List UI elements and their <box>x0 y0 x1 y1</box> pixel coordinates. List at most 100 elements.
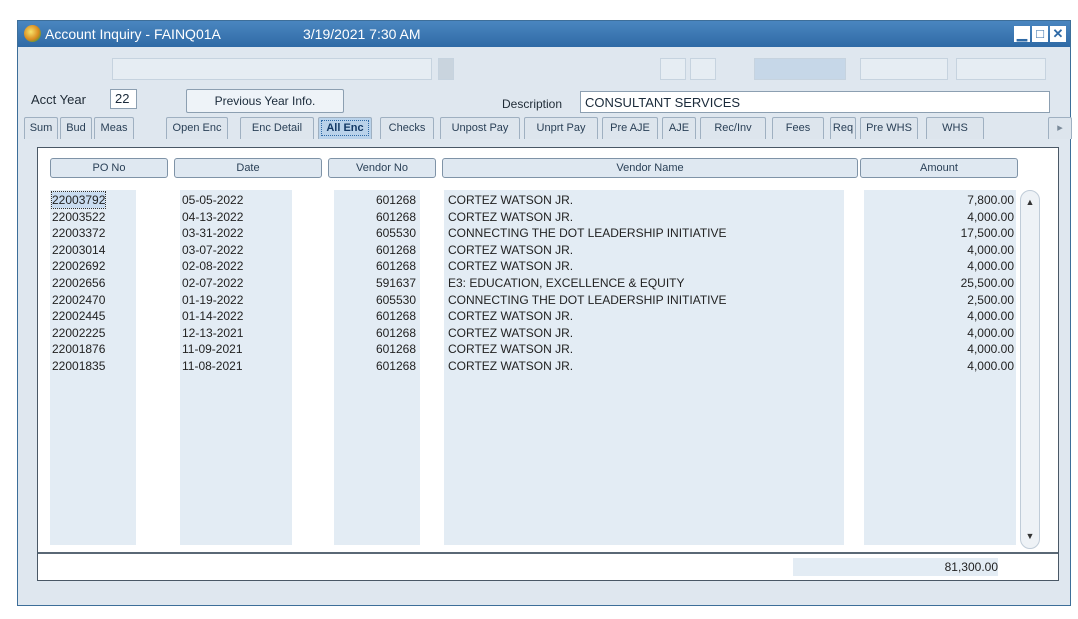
tab-aje[interactable]: AJE <box>662 117 696 139</box>
tab-pre-aje[interactable]: Pre AJE <box>602 117 658 139</box>
tab-whs[interactable]: WHS <box>926 117 984 139</box>
vendor-no-cell[interactable]: 601268 <box>334 242 416 258</box>
date-cell[interactable]: 11-08-2021 <box>182 358 282 374</box>
date-cell[interactable]: 03-07-2022 <box>182 242 282 258</box>
acct-year-field[interactable]: 22 <box>110 89 137 109</box>
date-cell[interactable]: 01-19-2022 <box>182 292 282 308</box>
vendor-no-cell[interactable]: 605530 <box>334 225 416 241</box>
header-amount[interactable]: Amount <box>860 158 1018 178</box>
toolbar-ghost-button-3[interactable] <box>754 58 846 80</box>
scroll-down-icon[interactable]: ▼ <box>1023 529 1037 543</box>
header-vendor-name[interactable]: Vendor Name <box>442 158 858 178</box>
toolbar-ghost-button-4[interactable] <box>860 58 948 80</box>
amount-cell[interactable]: 4,000.00 <box>878 325 1014 341</box>
vendor-no-cell[interactable]: 601268 <box>334 325 416 341</box>
po-no-cell[interactable]: 22003792 <box>50 191 107 209</box>
tab-unprt-pay[interactable]: Unprt Pay <box>524 117 598 139</box>
amount-cell[interactable]: 2,500.00 <box>878 292 1014 308</box>
vendor-no-cell[interactable]: 601268 <box>334 308 416 324</box>
vendor-no-cell[interactable]: 605530 <box>334 292 416 308</box>
toolbar-ghost-button-2[interactable] <box>690 58 716 80</box>
vendor-no-cell[interactable]: 601268 <box>334 209 416 225</box>
header-po-no[interactable]: PO No <box>50 158 168 178</box>
date-cell[interactable]: 02-08-2022 <box>182 258 282 274</box>
vendor-name-cell[interactable]: CONNECTING THE DOT LEADERSHIP INITIATIVE <box>448 225 838 241</box>
vendor-name-cell[interactable]: CORTEZ WATSON JR. <box>448 308 838 324</box>
header-date[interactable]: Date <box>174 158 322 178</box>
amount-cell[interactable]: 17,500.00 <box>878 225 1014 241</box>
date-cell[interactable]: 12-13-2021 <box>182 325 282 341</box>
vendor-name-cell[interactable]: CORTEZ WATSON JR. <box>448 192 838 208</box>
close-icon[interactable]: ✕ <box>1050 26 1066 42</box>
previous-year-info-button[interactable]: Previous Year Info. <box>186 89 344 113</box>
date-cell[interactable]: 04-13-2022 <box>182 209 282 225</box>
date-cell[interactable]: 03-31-2022 <box>182 225 282 241</box>
tab-scroll-right-icon[interactable]: ▸ <box>1048 117 1072 139</box>
toolbar-ghost-button-5[interactable] <box>956 58 1046 80</box>
amount-cell[interactable]: 4,000.00 <box>878 258 1014 274</box>
vendor-name-cell[interactable]: CONNECTING THE DOT LEADERSHIP INITIATIVE <box>448 292 838 308</box>
tab-bud[interactable]: Bud <box>60 117 92 139</box>
amount-cell[interactable]: 4,000.00 <box>878 242 1014 258</box>
amount-cell[interactable]: 4,000.00 <box>878 308 1014 324</box>
vendor-name-cell[interactable]: CORTEZ WATSON JR. <box>448 209 838 225</box>
total-amount: 81,300.00 <box>944 560 998 574</box>
date-cell[interactable]: 02-07-2022 <box>182 275 282 291</box>
app-icon <box>24 25 41 42</box>
title-bar[interactable]: Account Inquiry - FAINQ01A 3/19/2021 7:3… <box>18 21 1070 47</box>
window-datetime: 3/19/2021 7:30 AM <box>303 26 421 42</box>
po-no-cell[interactable]: 22003372 <box>52 225 132 241</box>
tab-pre-whs[interactable]: Pre WHS <box>860 117 918 139</box>
tab-rec-inv[interactable]: Rec/Inv <box>700 117 766 139</box>
date-cell[interactable]: 01-14-2022 <box>182 308 282 324</box>
tab-sum[interactable]: Sum <box>24 117 58 139</box>
acct-year-label: Acct Year <box>31 92 86 107</box>
vendor-no-cell[interactable]: 601268 <box>334 358 416 374</box>
vendor-no-cell[interactable]: 591637 <box>334 275 416 291</box>
minimize-icon[interactable]: ▁ <box>1014 26 1030 42</box>
date-cell[interactable]: 11-09-2021 <box>182 341 282 357</box>
amount-cell[interactable]: 4,000.00 <box>878 341 1014 357</box>
date-cell[interactable]: 05-05-2022 <box>182 192 282 208</box>
amount-cell[interactable]: 25,500.00 <box>878 275 1014 291</box>
vendor-name-cell[interactable]: E3: EDUCATION, EXCELLENCE & EQUITY <box>448 275 838 291</box>
amount-cell[interactable]: 4,000.00 <box>878 209 1014 225</box>
vendor-name-cell[interactable]: CORTEZ WATSON JR. <box>448 258 838 274</box>
vendor-no-cell[interactable]: 601268 <box>334 341 416 357</box>
po-no-cell[interactable]: 22003014 <box>52 242 132 258</box>
lookup-button[interactable] <box>438 58 454 80</box>
total-divider <box>38 552 1058 554</box>
po-no-cell[interactable]: 22001876 <box>52 341 132 357</box>
amount-cell[interactable]: 4,000.00 <box>878 358 1014 374</box>
vendor-name-cell[interactable]: CORTEZ WATSON JR. <box>448 358 838 374</box>
po-no-cell[interactable]: 22002470 <box>52 292 132 308</box>
header-vendor-no[interactable]: Vendor No <box>328 158 436 178</box>
tab-meas[interactable]: Meas <box>94 117 134 139</box>
description-field[interactable]: CONSULTANT SERVICES <box>580 91 1050 113</box>
vendor-name-cell[interactable]: CORTEZ WATSON JR. <box>448 242 838 258</box>
po-no-cell[interactable]: 22002225 <box>52 325 132 341</box>
vertical-scrollbar[interactable]: ▲ ▼ <box>1020 190 1040 549</box>
po-no-cell[interactable]: 22002692 <box>52 258 132 274</box>
tab-checks[interactable]: Checks <box>380 117 434 139</box>
account-number-field[interactable] <box>112 58 432 80</box>
tab-req[interactable]: Req <box>830 117 856 139</box>
amount-cell[interactable]: 7,800.00 <box>878 192 1014 208</box>
tab-enc-detail[interactable]: Enc Detail <box>240 117 314 139</box>
tab-unpost-pay[interactable]: Unpost Pay <box>440 117 520 139</box>
toolbar-ghost-button-1[interactable] <box>660 58 686 80</box>
tab-all-enc[interactable]: All Enc <box>318 117 372 139</box>
po-no-cell[interactable]: 22003522 <box>52 209 132 225</box>
maximize-icon[interactable]: □ <box>1032 26 1048 42</box>
po-no-cell[interactable]: 22001835 <box>52 358 132 374</box>
tab-open-enc[interactable]: Open Enc <box>166 117 228 139</box>
vendor-name-cell[interactable]: CORTEZ WATSON JR. <box>448 325 838 341</box>
window-title: Account Inquiry - FAINQ01A <box>45 26 221 42</box>
vendor-name-cell[interactable]: CORTEZ WATSON JR. <box>448 341 838 357</box>
vendor-no-cell[interactable]: 601268 <box>334 192 416 208</box>
vendor-no-cell[interactable]: 601268 <box>334 258 416 274</box>
po-no-cell[interactable]: 22002656 <box>52 275 132 291</box>
tab-fees[interactable]: Fees <box>772 117 824 139</box>
scroll-up-icon[interactable]: ▲ <box>1023 195 1037 209</box>
po-no-cell[interactable]: 22002445 <box>52 308 132 324</box>
